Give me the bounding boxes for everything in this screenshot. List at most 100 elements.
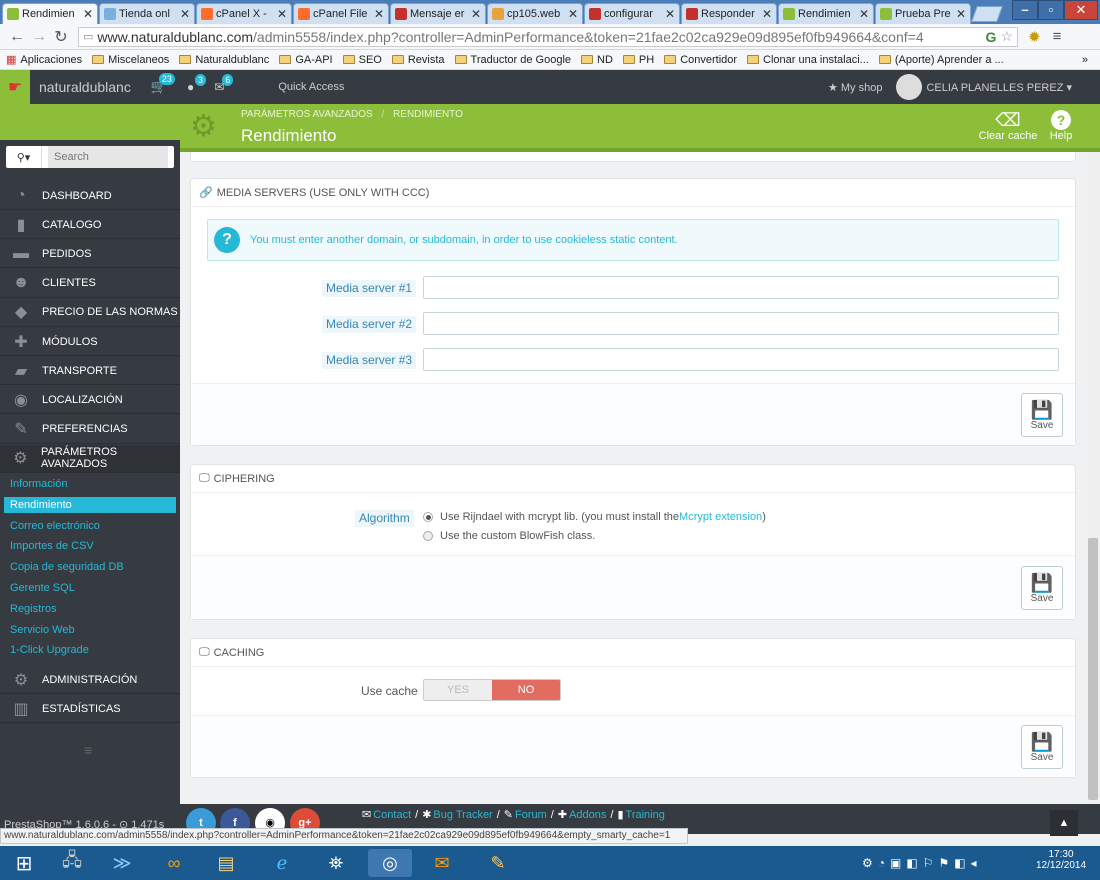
sidebar-item-9[interactable]: ⚙ PARÁMETROS AVANZADOS: [0, 444, 180, 473]
close-tab-icon[interactable]: ✕: [956, 7, 966, 21]
browser-tab-0[interactable]: Rendimien ✕: [2, 3, 98, 24]
close-tab-icon[interactable]: ✕: [180, 7, 190, 21]
quick-access-dropdown[interactable]: Quick Access: [278, 81, 344, 93]
footer-link-0[interactable]: ✉ Contact: [362, 809, 411, 821]
ciphering-save-button[interactable]: 💾 Save: [1021, 566, 1063, 610]
browser-tab-5[interactable]: cp105.web ✕: [487, 3, 583, 24]
help-button[interactable]: ? Help: [1046, 110, 1076, 142]
sidebar-bottom-item-1[interactable]: ▥ ESTADÍSTICAS: [0, 695, 180, 723]
cache-no-option[interactable]: NO: [492, 680, 560, 700]
clear-cache-button[interactable]: ⌫ Clear cache: [976, 110, 1040, 142]
browser-tab-8[interactable]: Rendimien ✕: [778, 3, 874, 24]
messages-envelope-icon[interactable]: ✉ 6: [214, 74, 234, 94]
shop-name[interactable]: naturaldublanc: [39, 79, 131, 95]
back-to-top-button[interactable]: ▲: [1050, 810, 1078, 836]
bookmark-8[interactable]: PH: [622, 54, 654, 66]
customers-user-icon[interactable]: ● 3: [187, 74, 207, 94]
footer-link-3[interactable]: ✚ Addons: [558, 809, 607, 821]
chrome-icon[interactable]: ◎: [368, 849, 412, 877]
close-tab-icon[interactable]: ✕: [665, 7, 675, 21]
close-tab-icon[interactable]: ✕: [568, 7, 578, 21]
outlook-icon[interactable]: ✉: [420, 849, 464, 877]
extension-g-icon[interactable]: G: [986, 29, 997, 45]
breadcrumb-parent[interactable]: PARÁMETROS AVANZADOS: [241, 109, 373, 120]
sidebar-item-7[interactable]: ◉ LOCALIZACIÓN: [0, 386, 180, 415]
bookmark-9[interactable]: Convertidor: [664, 54, 737, 66]
forward-icon[interactable]: →: [28, 28, 50, 46]
bookmark-2[interactable]: Naturaldublanc: [179, 54, 269, 66]
rocket-app-icon[interactable]: ⛯: [314, 849, 358, 877]
search-input[interactable]: [48, 146, 168, 168]
server-manager-icon[interactable]: 🖧: [50, 849, 94, 877]
minimize-button[interactable]: –: [1012, 0, 1038, 20]
sidebar-item-6[interactable]: ▰ TRANSPORTE: [0, 357, 180, 386]
close-window-button[interactable]: ✕: [1064, 0, 1098, 20]
browser-tab-7[interactable]: Responder ✕: [681, 3, 777, 24]
menu-icon[interactable]: ≡: [1053, 28, 1062, 45]
sidebar-item-1[interactable]: ▮ CATALOGO: [0, 211, 180, 240]
paint-icon[interactable]: ✎: [476, 849, 520, 877]
reload-icon[interactable]: ↻: [50, 27, 72, 47]
close-tab-icon[interactable]: ✕: [277, 7, 287, 21]
browser-tab-2[interactable]: cPanel X - ✕: [196, 3, 292, 24]
search-type-dropdown[interactable]: ⚲ ▾: [6, 146, 42, 168]
rijndael-option[interactable]: Use Rijndael with mcrypt lib. (you must …: [423, 511, 766, 523]
use-cache-toggle[interactable]: YES NO: [423, 679, 561, 701]
url-bar[interactable]: ▭ www.naturaldublanc.com/admin5558/index…: [78, 26, 1018, 47]
footer-link-4[interactable]: ▮ Training: [617, 809, 664, 821]
back-icon[interactable]: ←: [6, 28, 28, 46]
mcrypt-link[interactable]: Mcrypt extension: [679, 511, 762, 523]
sidebar-item-8[interactable]: ✎ PREFERENCIAS: [0, 416, 180, 444]
bookmark-star-icon[interactable]: ☆: [1000, 28, 1013, 45]
user-avatar[interactable]: [896, 74, 923, 100]
bookmark-10[interactable]: Clonar una instalaci...: [747, 54, 869, 66]
browser-tab-3[interactable]: cPanel File ✕: [293, 3, 389, 24]
sidebar-subitem-3[interactable]: Importes de CSV: [10, 540, 94, 552]
sidebar-subitem-4[interactable]: Copia de seguridad DB: [10, 561, 124, 573]
sidebar-bottom-item-0[interactable]: ⚙ ADMINISTRACIÓN: [0, 666, 180, 694]
sidebar-subitem-2[interactable]: Correo electrónico: [10, 520, 100, 532]
user-menu[interactable]: CELIA PLANELLES PEREZ ▾: [926, 81, 1072, 94]
blowfish-option[interactable]: Use the custom BlowFish class.: [423, 530, 595, 542]
sidebar-item-5[interactable]: ✚ MÓDULOS: [0, 328, 180, 356]
bookmark-4[interactable]: SEO: [342, 54, 382, 66]
powershell-icon[interactable]: ≫: [100, 849, 144, 877]
sidebar-subitem-6[interactable]: Registros: [10, 603, 56, 615]
sidebar-item-0[interactable]: ◔ DASHBOARD: [0, 182, 180, 210]
bookmark-0[interactable]: ▦ Aplicaciones: [6, 53, 82, 67]
collapse-menu-icon[interactable]: ≡: [84, 742, 92, 758]
orders-cart-icon[interactable]: 🛒 23: [151, 73, 175, 95]
bookmark-5[interactable]: Revista: [391, 54, 445, 66]
blowfish-radio[interactable]: [423, 531, 433, 541]
scrollbar-track[interactable]: [1086, 152, 1100, 802]
media-server-3-input[interactable]: [423, 348, 1059, 371]
rijndael-radio[interactable]: [423, 512, 433, 522]
media-server-1-input[interactable]: [423, 276, 1059, 299]
close-tab-icon[interactable]: ✕: [859, 7, 869, 21]
footer-link-2[interactable]: ✎ Forum: [504, 809, 547, 821]
media-server-2-input[interactable]: [423, 312, 1059, 335]
my-shop-link[interactable]: ★ My shop: [828, 81, 883, 94]
bookmark-3[interactable]: GA-API: [279, 54, 333, 66]
sidebar-subitem-7[interactable]: Servicio Web: [10, 624, 75, 636]
sidebar-subitem-8[interactable]: 1-Click Upgrade: [10, 644, 89, 656]
bookmark-7[interactable]: ND: [581, 54, 613, 66]
bookmark-11[interactable]: (Aporte) Aprender a ...: [878, 54, 1004, 66]
bookmark-1[interactable]: Miscelaneos: [92, 54, 169, 66]
media-servers-save-button[interactable]: 💾 Save: [1021, 393, 1063, 437]
sidebar-item-3[interactable]: ☻ CLIENTES: [0, 270, 180, 298]
bookmarks-overflow[interactable]: »: [1082, 54, 1088, 66]
browser-tab-4[interactable]: Mensaje er ✕: [390, 3, 486, 24]
sidebar-item-4[interactable]: ◆ PRECIO DE LAS NORMAS: [0, 299, 180, 327]
sidebar-subitem-1[interactable]: Rendimiento: [4, 496, 176, 513]
new-tab-button[interactable]: [971, 6, 1003, 22]
close-tab-icon[interactable]: ✕: [374, 7, 384, 21]
footer-link-1[interactable]: ✱ Bug Tracker: [422, 809, 493, 821]
caching-save-button[interactable]: 💾 Save: [1021, 725, 1063, 769]
browser-tab-6[interactable]: configurar ✕: [584, 3, 680, 24]
cache-yes-option[interactable]: YES: [424, 680, 492, 700]
browser-tab-9[interactable]: Prueba Pre ✕: [875, 3, 971, 24]
scrollbar-thumb[interactable]: [1088, 538, 1098, 800]
close-tab-icon[interactable]: ✕: [83, 7, 93, 21]
bookmark-6[interactable]: Traductor de Google: [454, 54, 571, 66]
